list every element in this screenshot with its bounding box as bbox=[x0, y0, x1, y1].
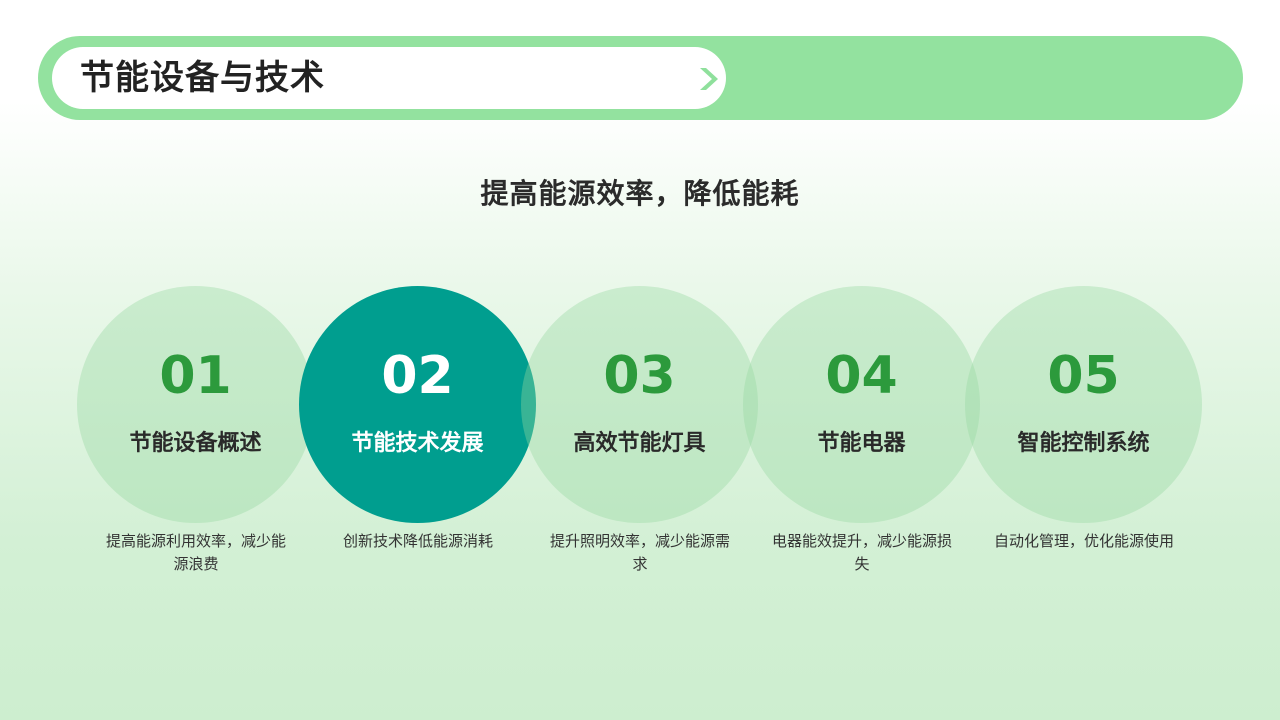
topic-number: 03 bbox=[603, 346, 676, 406]
topic-label: 高效节能灯具 bbox=[573, 431, 706, 456]
topic-circle-02: 02 节能技术发展 bbox=[299, 286, 536, 523]
topic-label: 节能技术发展 bbox=[351, 431, 484, 456]
topic-number: 01 bbox=[159, 346, 232, 406]
topic-description: 提升照明效率，减少能源需求 bbox=[549, 532, 730, 573]
topic-circle-05: 05 智能控制系统 bbox=[965, 286, 1202, 523]
topic-number: 05 bbox=[1047, 346, 1120, 406]
topic-description: 提高能源利用效率，减少能源浪费 bbox=[105, 532, 286, 573]
topic-circle-03: 03 高效节能灯具 bbox=[521, 286, 758, 523]
topic-label: 智能控制系统 bbox=[1017, 431, 1150, 456]
subtitle: 提高能源效率，降低能耗 bbox=[480, 177, 800, 210]
topic-description: 电器能效提升，减少能源损失 bbox=[771, 532, 952, 573]
header-title-pill: 节能设备与技术 bbox=[52, 47, 726, 109]
header-bar: 节能设备与技术 bbox=[38, 36, 1243, 120]
page-title: 节能设备与技术 bbox=[80, 58, 325, 98]
chevron-right-icon bbox=[700, 68, 718, 90]
topic-circle-04: 04 节能电器 bbox=[743, 286, 980, 523]
topic-label: 节能设备概述 bbox=[129, 431, 262, 456]
topic-number: 04 bbox=[825, 346, 898, 406]
topic-label: 节能电器 bbox=[817, 431, 906, 456]
topic-description: 自动化管理，优化能源使用 bbox=[993, 532, 1174, 550]
topic-circle-01: 01 节能设备概述 bbox=[77, 286, 314, 523]
topic-number: 02 bbox=[381, 346, 454, 406]
topic-description: 创新技术降低能源消耗 bbox=[342, 532, 493, 550]
